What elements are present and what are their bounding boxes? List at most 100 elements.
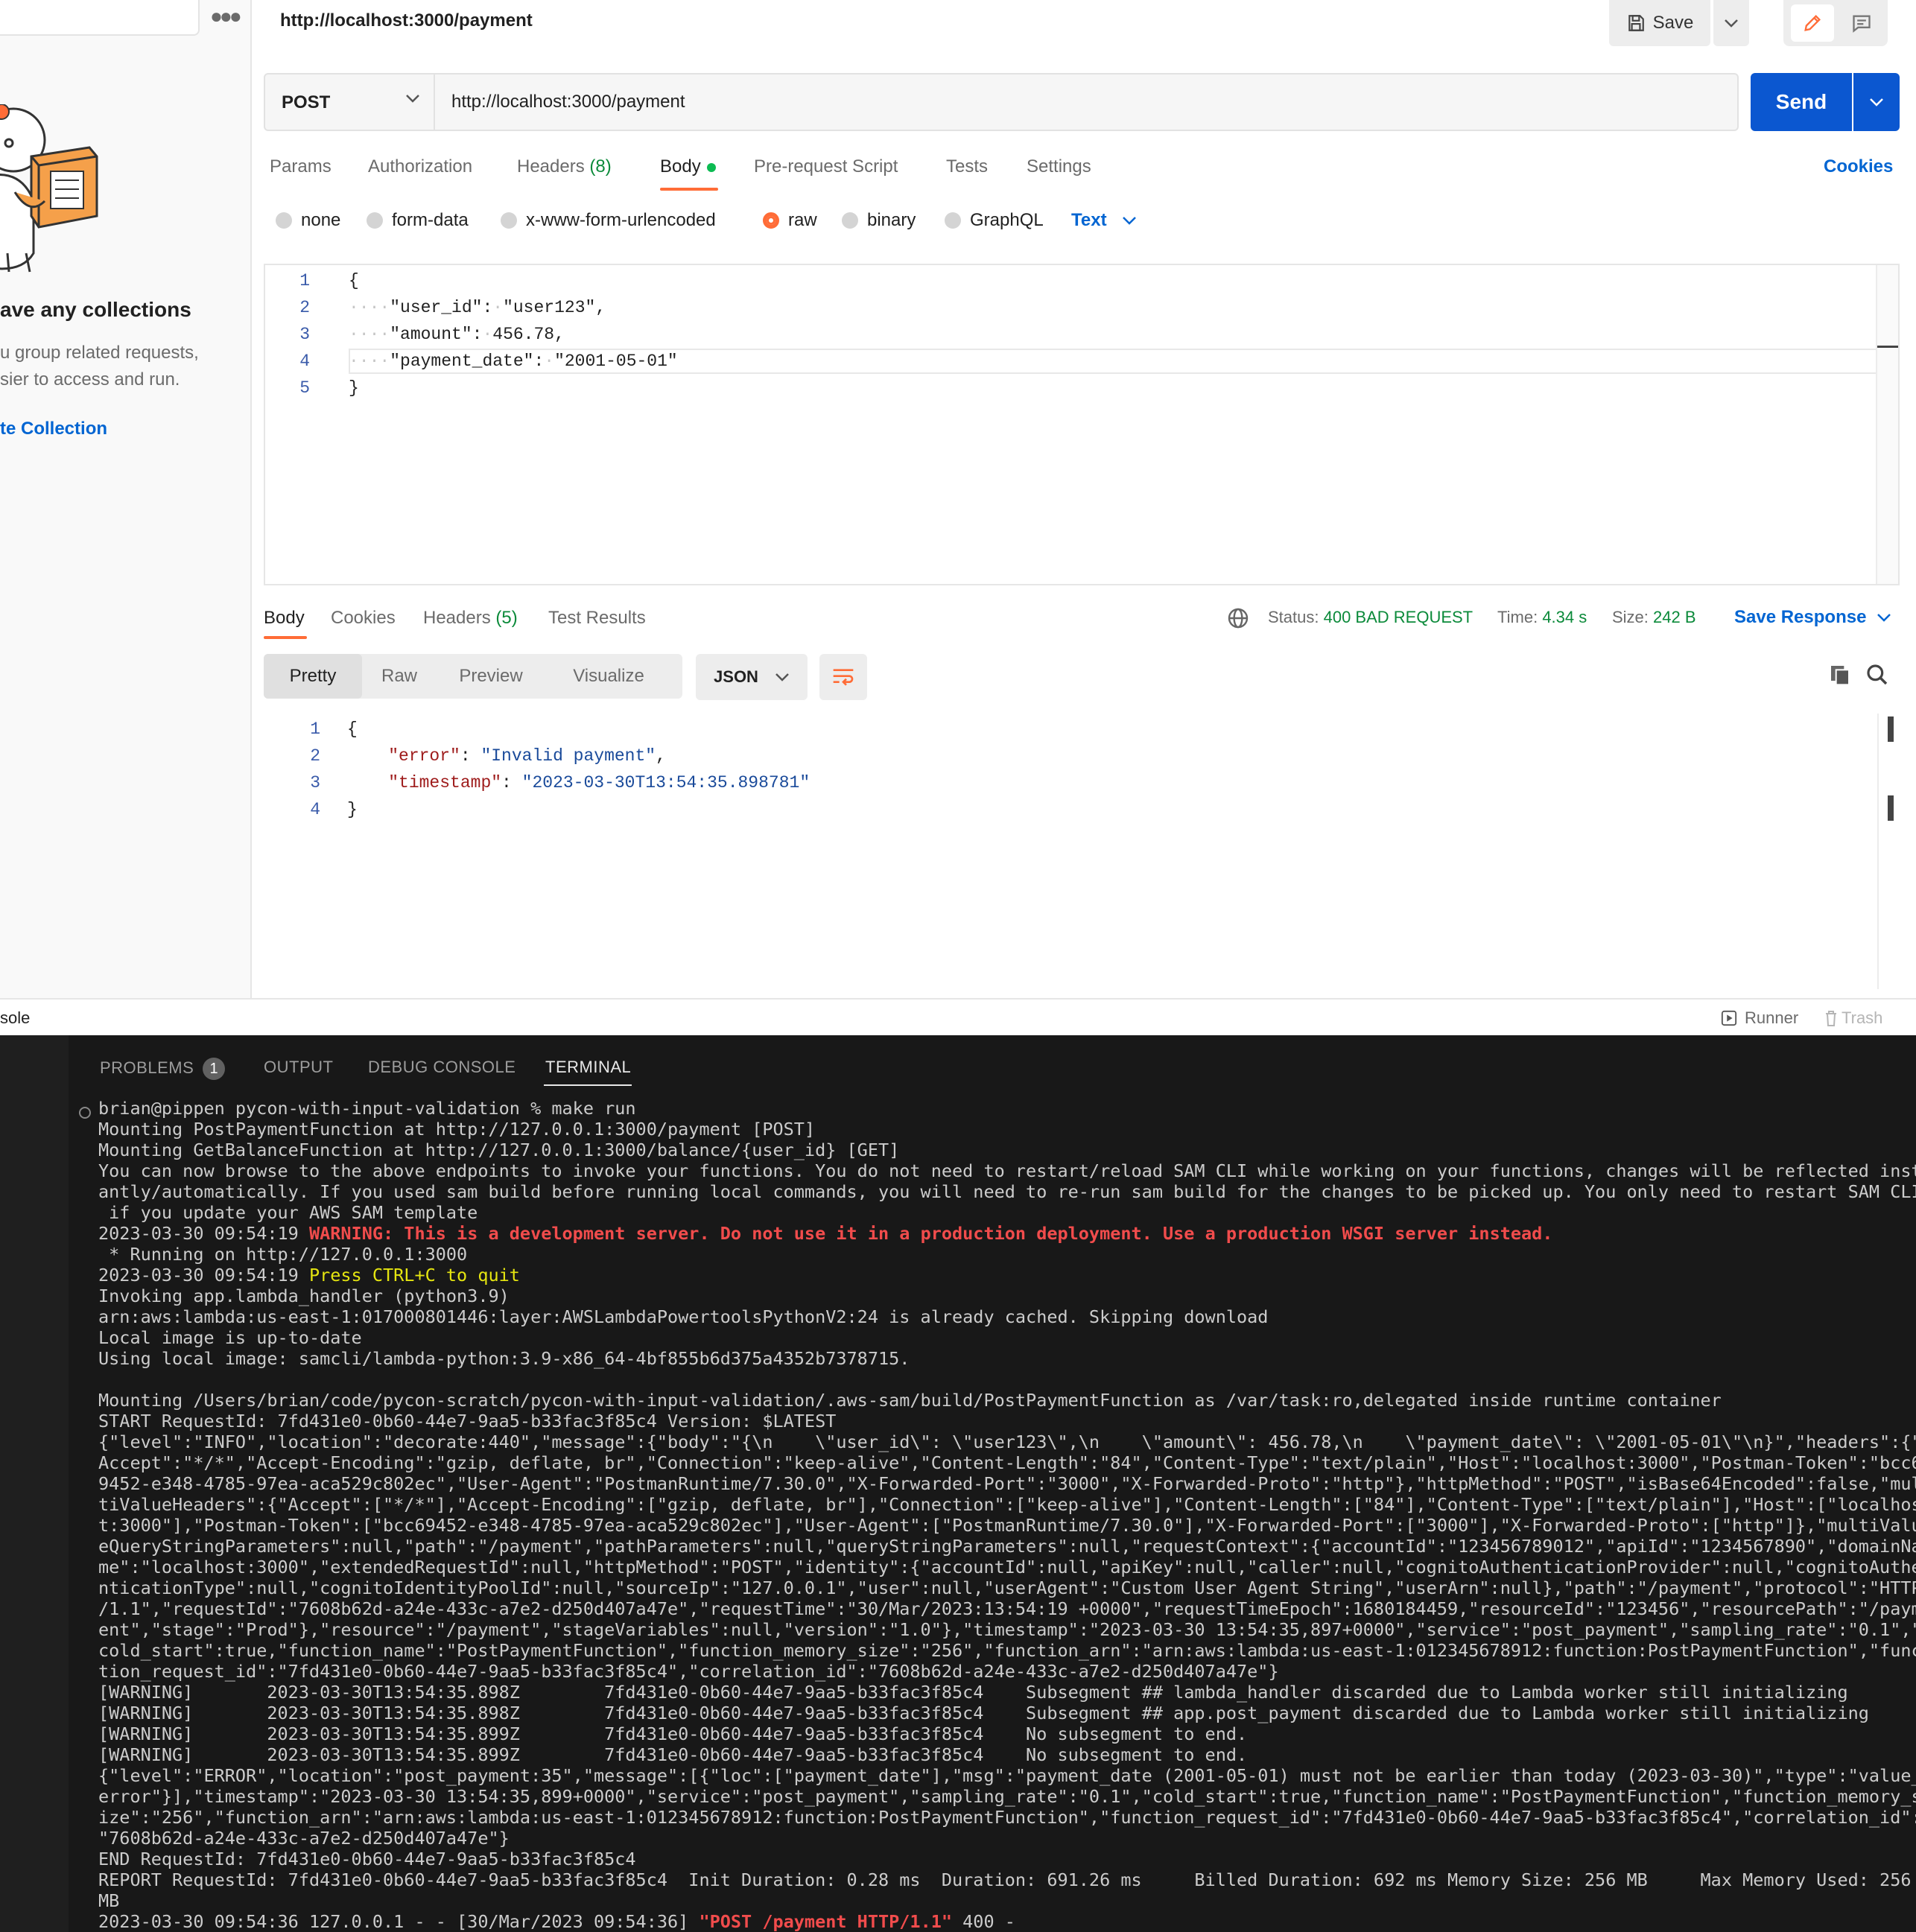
command-status-icon [79, 1107, 91, 1119]
terminal-line: 9452-e348-4785-97ea-aca529c802ec","User-… [98, 1473, 1916, 1494]
response-tab-body[interactable]: Body [264, 608, 305, 629]
radio-dot [501, 212, 517, 229]
response-scrollbar[interactable] [1877, 714, 1901, 989]
tab-tests[interactable]: Tests [946, 156, 988, 177]
radio-x-www-form-urlencoded[interactable]: x-www-form-urlencoded [501, 210, 716, 231]
save-button[interactable]: Save [1609, 0, 1710, 46]
globe-icon[interactable] [1226, 606, 1250, 630]
console-button[interactable]: sole [0, 1008, 30, 1028]
json-value: "Invalid payment" [480, 746, 656, 766]
request-tab-title[interactable]: http://localhost:3000/payment [280, 10, 533, 31]
terminal-line: ent","stage":"Prod"},"resource":"/paymen… [98, 1619, 1916, 1640]
save-options-button[interactable] [1713, 0, 1749, 46]
tab-settings[interactable]: Settings [1027, 156, 1091, 177]
comments-button[interactable] [1842, 4, 1882, 42]
radio-label: GraphQL [970, 210, 1044, 230]
search-icon[interactable] [1865, 663, 1889, 687]
view-raw[interactable]: Raw [362, 654, 437, 699]
radio-binary[interactable]: binary [842, 210, 916, 231]
editor-scrollbar[interactable] [1876, 265, 1898, 584]
wrap-lines-button[interactable] [819, 654, 867, 700]
runner-label: Runner [1745, 1008, 1799, 1027]
line-number: 4 [299, 352, 310, 371]
radio-raw[interactable]: raw [763, 210, 817, 231]
view-visualize[interactable]: Visualize [545, 654, 672, 699]
raw-format-select[interactable]: Text [1071, 210, 1137, 231]
terminal-line-text: cold_start":true,"function_name":"PostPa… [98, 1640, 1916, 1661]
terminal-line: Mounting /Users/brian/code/pycon-scratch… [98, 1390, 1916, 1411]
line-number: 4 [310, 800, 320, 819]
create-collection-link[interactable]: te Collection [0, 419, 107, 439]
response-tab-cookies[interactable]: Cookies [331, 608, 396, 629]
copy-icon[interactable] [1828, 663, 1852, 687]
quit-hint: Press CTRL+C to quit [308, 1265, 520, 1286]
terminal-line-text: tion_request_id":"7fd431e0-0b60-44e7-9aa… [98, 1661, 1279, 1682]
terminal-line: START RequestId: 7fd431e0-0b60-44e7-9aa5… [98, 1411, 1916, 1431]
terminal-line: me":"localhost:3000","extendedRequestId"… [98, 1557, 1916, 1577]
panel-tab-terminal[interactable]: TERMINAL [545, 1058, 631, 1077]
response-code-line: "timestamp": "2023-03-30T13:54:35.898781… [388, 773, 811, 792]
radio-dot-selected [763, 212, 779, 229]
radio-graphql[interactable]: GraphQL [945, 210, 1044, 231]
cookies-link[interactable]: Cookies [1824, 156, 1893, 177]
terminal-line-text: Mounting PostPaymentFunction at http://1… [98, 1119, 816, 1140]
tab-authorization[interactable]: Authorization [368, 156, 472, 177]
terminal-line-text: ize":"256","function_arn":"arn:aws:lambd… [98, 1807, 1916, 1828]
size-label: Size: [1612, 608, 1649, 626]
tab-pre-request-script[interactable]: Pre-request Script [754, 156, 898, 177]
view-preview[interactable]: Preview [437, 654, 545, 699]
terminal-line-text: 2023-03-30 09:54:36 127.0.0.1 - - [30/Ma… [98, 1911, 700, 1932]
json-value: "user123" [503, 298, 596, 317]
panel-tab-problems[interactable]: PROBLEMS 1 [100, 1058, 226, 1080]
terminal-line: [WARNING] 2023-03-30T13:54:35.899Z 7fd43… [98, 1723, 1916, 1744]
chevron-down-icon [1877, 614, 1891, 622]
empty-collections-description: u group related requests, sier to access… [0, 343, 199, 390]
radio-form-data[interactable]: form-data [367, 210, 469, 231]
url-input[interactable]: http://localhost:3000/payment [435, 73, 1739, 131]
request-log-status: 400 - [952, 1911, 1015, 1932]
response-format-select[interactable]: JSON [696, 654, 808, 700]
sidebar-search-input[interactable] [0, 0, 200, 36]
radio-none[interactable]: none [276, 210, 340, 231]
panel-tab-output[interactable]: OUTPUT [264, 1058, 333, 1077]
line-number: 3 [299, 325, 310, 344]
side-tools [1783, 0, 1888, 46]
response-view-switcher: Pretty Raw Preview Visualize [264, 654, 682, 699]
response-time: Time: 4.34 s [1497, 608, 1587, 627]
terminal-line: error"}],"timestamp":"2023-03-30 13:54:3… [98, 1786, 1916, 1807]
method-select[interactable]: POST [264, 73, 435, 131]
trash-button[interactable]: Trash [1824, 1008, 1882, 1028]
tab-headers[interactable]: Headers (8) [517, 156, 612, 177]
view-pretty[interactable]: Pretty [264, 654, 362, 699]
terminal-line: Using local image: samcli/lambda-python:… [98, 1348, 1916, 1369]
response-tab-test-results[interactable]: Test Results [548, 608, 646, 629]
save-response-button[interactable]: Save Response [1734, 607, 1891, 628]
runner-button[interactable]: Runner [1721, 1008, 1798, 1028]
terminal-line: /1.1","requestId":"7608b62d-a24e-433c-a7… [98, 1598, 1916, 1619]
line-number: 3 [310, 773, 320, 792]
terminal-panel: PROBLEMS 1 OUTPUT DEBUG CONSOLE TERMINAL … [0, 1035, 1916, 1932]
response-tab-headers[interactable]: Headers (5) [423, 608, 518, 629]
terminal-line: Mounting GetBalanceFunction at http://12… [98, 1140, 1916, 1160]
terminal-line: * Running on http://127.0.0.1:3000 [98, 1244, 1916, 1265]
empty-collections-title: ave any collections [0, 298, 191, 321]
terminal-output[interactable]: brian@pippen pycon-with-input-validation… [98, 1098, 1916, 1932]
terminal-line-text: 2023-03-30 09:54:19 [98, 1223, 309, 1244]
line-number: 2 [299, 298, 310, 317]
send-options-button[interactable] [1853, 73, 1900, 131]
send-button[interactable]: Send [1751, 73, 1852, 131]
terminal-line-text: arn:aws:lambda:us-east-1:017000801446:la… [98, 1306, 1269, 1327]
tab-params[interactable]: Params [270, 156, 332, 177]
tab-body[interactable]: Body [660, 156, 716, 177]
terminal-line-text: brian@pippen pycon-with-input-validation… [98, 1098, 636, 1119]
edit-button[interactable] [1791, 4, 1834, 42]
terminal-line-text: You can now browse to the above endpoint… [98, 1160, 1916, 1181]
terminal-line: nticationType":null,"cognitoIdentityPool… [98, 1577, 1916, 1598]
chevron-down-icon [1122, 217, 1136, 225]
radio-label: form-data [392, 210, 469, 230]
line-number: 1 [310, 719, 320, 739]
response-headers-count: (5) [495, 608, 518, 628]
request-body-editor[interactable]: 1 2 3 4 5 { ····"user_id":·"user123", ··… [264, 264, 1900, 585]
more-options-icon[interactable]: ●●● [210, 4, 242, 28]
panel-tab-debug-console[interactable]: DEBUG CONSOLE [368, 1058, 516, 1077]
